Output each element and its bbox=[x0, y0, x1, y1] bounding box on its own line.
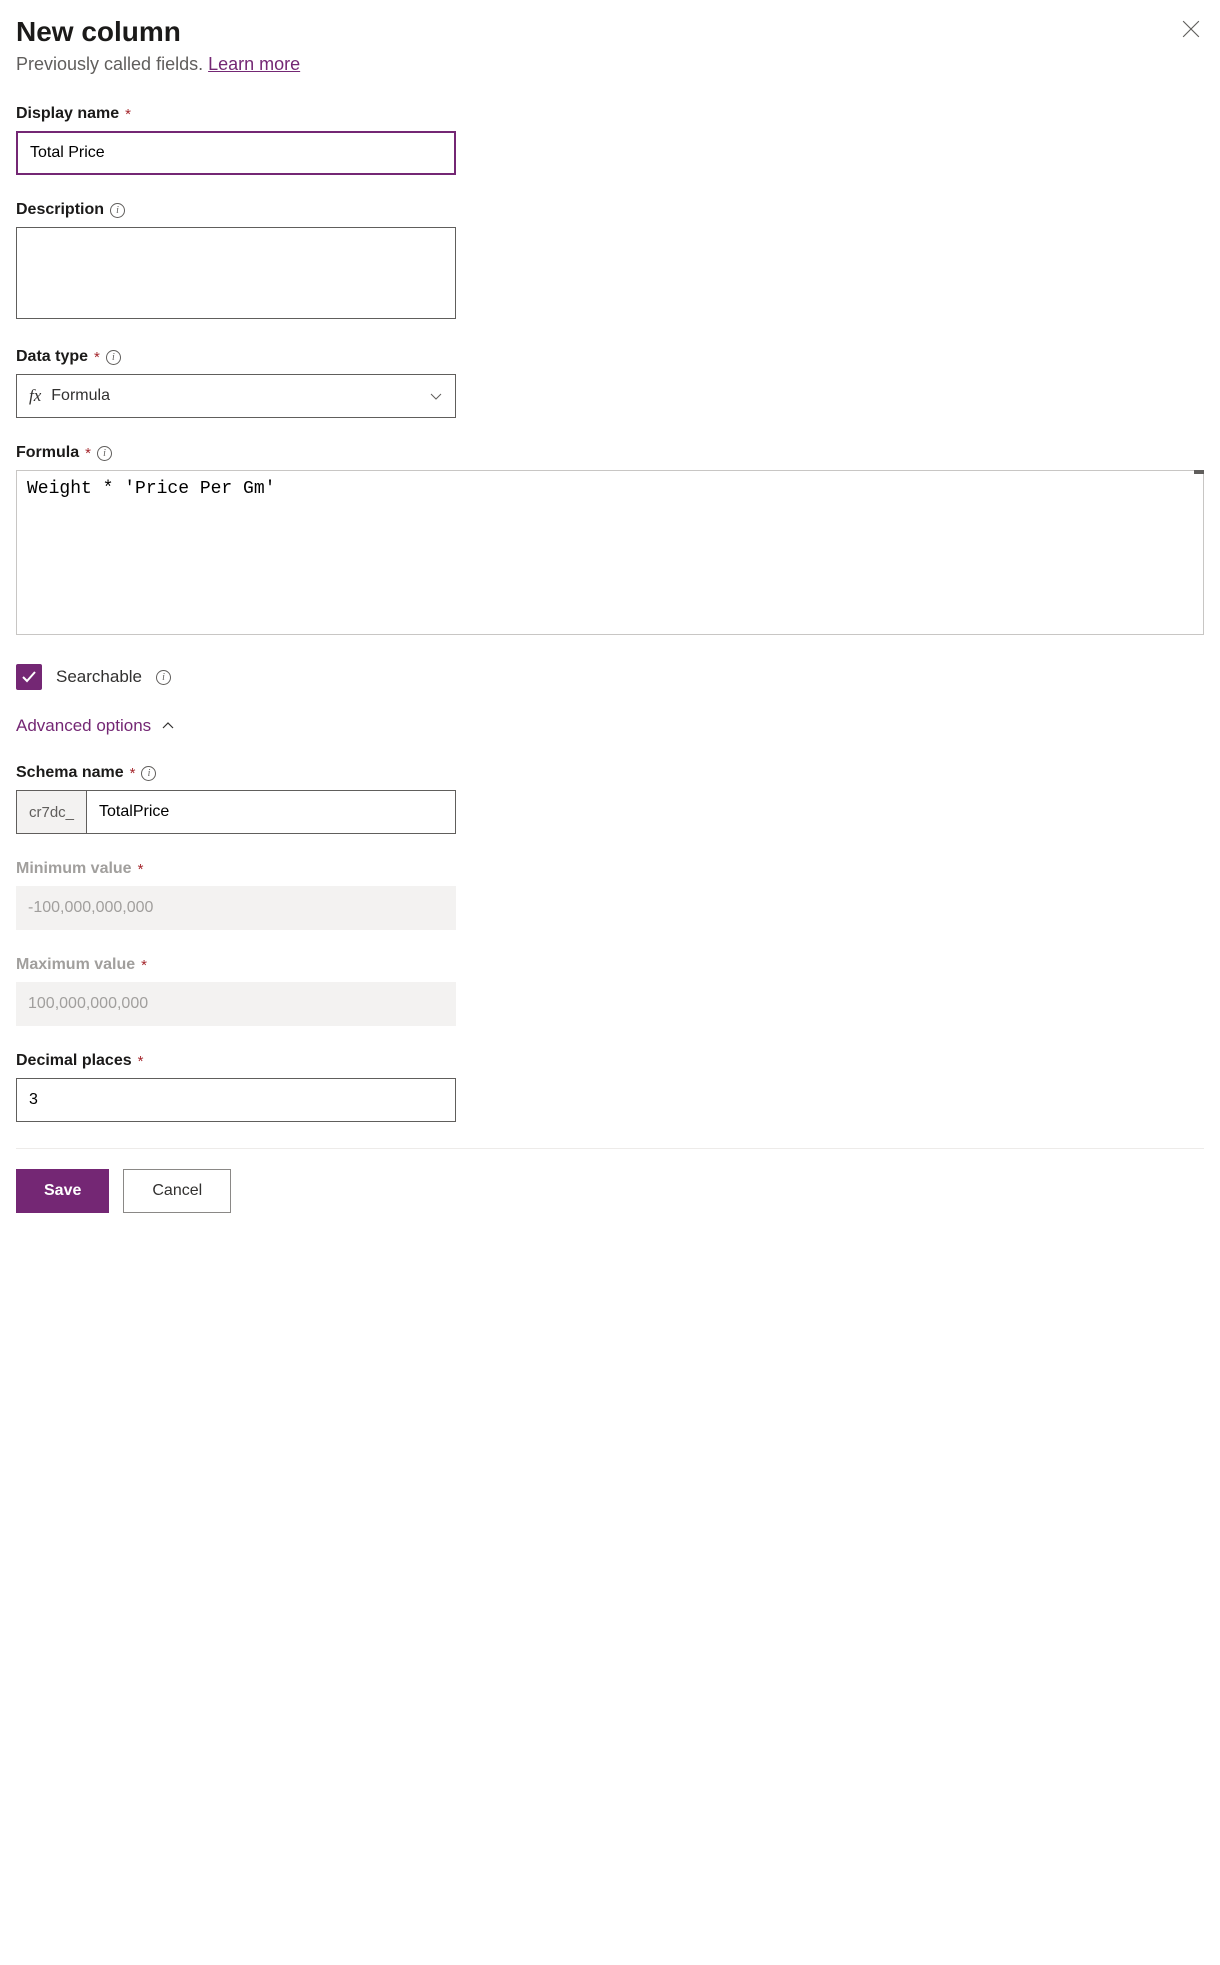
info-icon[interactable]: i bbox=[141, 766, 156, 781]
formula-label: Formula bbox=[16, 444, 79, 462]
minimum-value-input bbox=[16, 886, 456, 930]
advanced-options-toggle[interactable]: Advanced options bbox=[16, 716, 1204, 736]
required-mark: * bbox=[138, 861, 144, 878]
minimum-value-label: Minimum value bbox=[16, 860, 132, 878]
panel-subtitle: Previously called fields. Learn more bbox=[16, 54, 300, 75]
formula-input[interactable]: Weight * 'Price Per Gm' bbox=[16, 470, 1204, 635]
close-button[interactable] bbox=[1178, 16, 1204, 45]
required-mark: * bbox=[125, 106, 131, 123]
required-mark: * bbox=[94, 349, 100, 366]
data-type-value: Formula bbox=[51, 387, 429, 405]
cancel-button[interactable]: Cancel bbox=[123, 1169, 231, 1213]
panel-title: New column bbox=[16, 16, 300, 48]
searchable-label: Searchable bbox=[56, 667, 142, 687]
description-input[interactable] bbox=[16, 227, 456, 319]
subtitle-text: Previously called fields. bbox=[16, 54, 208, 74]
required-mark: * bbox=[130, 765, 136, 782]
close-icon bbox=[1182, 20, 1200, 38]
chevron-up-icon bbox=[161, 719, 175, 733]
schema-prefix: cr7dc_ bbox=[17, 791, 87, 833]
display-name-label: Display name bbox=[16, 105, 119, 123]
searchable-checkbox[interactable] bbox=[16, 664, 42, 690]
chevron-down-icon bbox=[429, 389, 443, 403]
data-type-select[interactable]: fx Formula bbox=[16, 374, 456, 418]
info-icon[interactable]: i bbox=[97, 446, 112, 461]
learn-more-link[interactable]: Learn more bbox=[208, 54, 300, 74]
required-mark: * bbox=[85, 445, 91, 462]
advanced-options-label: Advanced options bbox=[16, 716, 151, 736]
info-icon[interactable]: i bbox=[106, 350, 121, 365]
required-mark: * bbox=[141, 957, 147, 974]
decimal-places-input[interactable] bbox=[16, 1078, 456, 1122]
save-button[interactable]: Save bbox=[16, 1169, 109, 1213]
decimal-places-label: Decimal places bbox=[16, 1052, 132, 1070]
data-type-label: Data type bbox=[16, 348, 88, 366]
maximum-value-label: Maximum value bbox=[16, 956, 135, 974]
schema-name-label: Schema name bbox=[16, 764, 124, 782]
info-icon[interactable]: i bbox=[156, 670, 171, 685]
display-name-input[interactable] bbox=[16, 131, 456, 175]
scroll-indicator bbox=[1194, 470, 1204, 474]
formula-icon: fx bbox=[29, 386, 41, 406]
maximum-value-input bbox=[16, 982, 456, 1026]
required-mark: * bbox=[138, 1053, 144, 1070]
description-label: Description bbox=[16, 201, 104, 219]
info-icon[interactable]: i bbox=[110, 203, 125, 218]
check-icon bbox=[21, 669, 37, 685]
schema-name-input[interactable] bbox=[87, 791, 455, 833]
